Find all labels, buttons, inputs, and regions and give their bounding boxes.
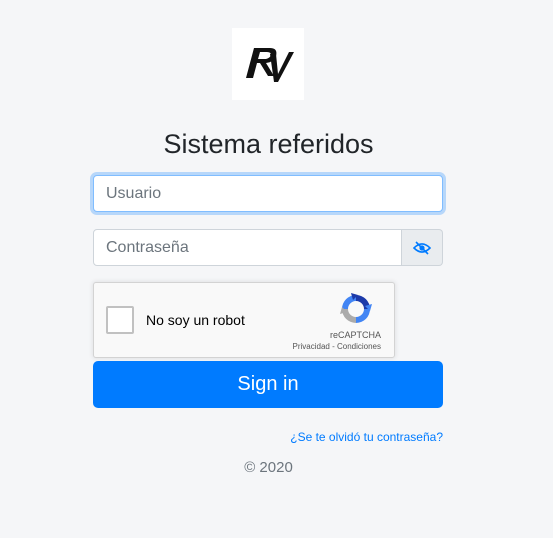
- login-page: Sistema referidos No soy un robot reCAPT…: [0, 0, 553, 538]
- eye-slash-icon: [413, 240, 431, 255]
- recaptcha-terms-link[interactable]: Condiciones: [337, 342, 381, 351]
- recaptcha-terms: Privacidad - Condiciones: [293, 342, 382, 352]
- username-input[interactable]: [93, 175, 443, 212]
- recaptcha-brand: reCAPTCHA: [329, 330, 381, 340]
- recaptcha-separator: -: [329, 342, 337, 351]
- toggle-password-button[interactable]: [402, 229, 443, 266]
- password-input[interactable]: [93, 229, 402, 266]
- sign-in-button[interactable]: Sign in: [93, 361, 443, 408]
- recaptcha-label: No soy un robot: [146, 312, 245, 328]
- forgot-password-link[interactable]: ¿Se te olvidó tu contraseña?: [290, 430, 443, 444]
- page-title: Sistema referidos: [163, 129, 374, 159]
- recaptcha-checkbox[interactable]: [106, 306, 134, 334]
- copyright-text: © 2020: [244, 459, 293, 476]
- recaptcha-widget: No soy un robot reCAPTCHA Privacidad - C…: [93, 282, 395, 358]
- rv-logo: [232, 28, 304, 100]
- recaptcha-icon: [340, 293, 372, 323]
- rv-logo-icon: [246, 48, 294, 82]
- recaptcha-privacy-link[interactable]: Privacidad: [293, 342, 330, 351]
